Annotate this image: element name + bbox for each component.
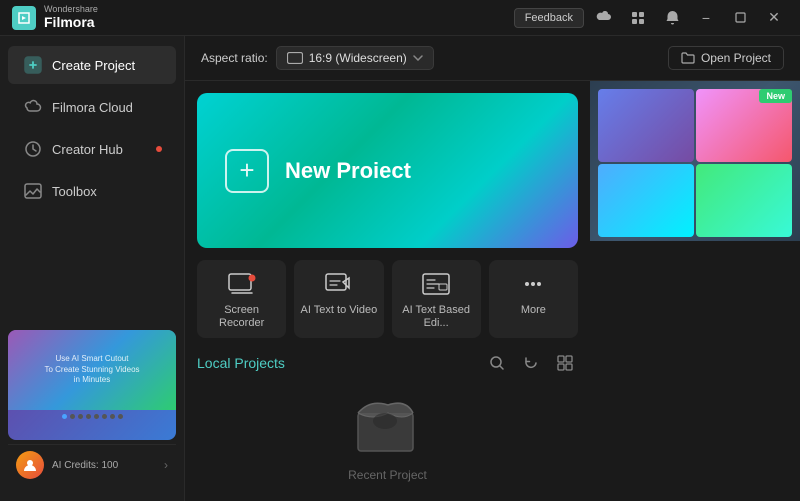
- main-layout: Create Project Filmora Cloud Creator Hub: [0, 36, 800, 501]
- promo-dot-2: [70, 414, 75, 419]
- close-button[interactable]: ✕: [760, 8, 788, 28]
- local-projects-actions: [484, 350, 578, 376]
- new-project-label: New Proiect: [285, 158, 411, 184]
- left-panel: + New Proiect Screen Recorder: [185, 81, 590, 501]
- promo-dot-1: [62, 414, 67, 419]
- grid-icon[interactable]: [624, 8, 652, 28]
- minimize-button[interactable]: −: [692, 8, 720, 28]
- quick-tools: Screen Recorder AI Text to Video: [197, 260, 578, 338]
- folder-icon: [681, 52, 695, 64]
- sidebar-item-label: Creator Hub: [52, 142, 123, 157]
- ai-text-to-video-icon: [321, 270, 357, 298]
- promo-dots: [8, 410, 176, 423]
- cloud-storage-icon: [24, 98, 42, 116]
- creator-hub-icon: [24, 140, 42, 158]
- screen-recorder-tool[interactable]: Screen Recorder: [197, 260, 286, 338]
- create-project-icon: [24, 56, 42, 74]
- chevron-right-icon: ›: [164, 458, 168, 472]
- grid-view-icon[interactable]: [552, 350, 578, 376]
- grid-cell-4: [696, 164, 792, 237]
- app-logo: Wondershare Filmora: [12, 5, 98, 30]
- sidebar-item-creator-hub[interactable]: Creator Hub: [8, 130, 176, 168]
- ai-text-based-edit-icon: [418, 270, 454, 298]
- dropdown-chevron-icon: [413, 55, 423, 61]
- user-info[interactable]: AI Credits: 100 ›: [8, 444, 176, 485]
- content-area: Aspect ratio: 16:9 (Widescreen) Open Pro…: [185, 36, 800, 501]
- search-icon[interactable]: [484, 350, 510, 376]
- open-project-button[interactable]: Open Project: [668, 46, 784, 70]
- restore-button[interactable]: [726, 8, 754, 28]
- promo-dot-4: [86, 414, 91, 419]
- sidebar-item-toolbox[interactable]: Toolbox: [8, 172, 176, 210]
- user-avatar: [16, 451, 44, 479]
- promo-dot-6: [102, 414, 107, 419]
- notification-icon[interactable]: [658, 8, 686, 28]
- empty-projects-label: Recent Project: [348, 468, 427, 482]
- cloud-icon[interactable]: [590, 8, 618, 28]
- more-label: More: [521, 304, 546, 317]
- promo-dot-5: [94, 414, 99, 419]
- grid-cell-1: [598, 89, 694, 162]
- promo-image: Use AI Smart CutoutTo Create Stunning Vi…: [8, 330, 176, 410]
- notification-dot: [156, 146, 162, 152]
- sidebar-item-label: Filmora Cloud: [52, 100, 133, 115]
- empty-box-illustration: [348, 391, 428, 456]
- promo-dot-7: [110, 414, 115, 419]
- aspect-ratio-label: Aspect ratio:: [201, 51, 268, 65]
- promo-dot-8: [118, 414, 123, 419]
- featured-image-grid: [590, 81, 800, 241]
- screen-recorder-label: Screen Recorder: [203, 304, 280, 330]
- product-name: Filmora: [44, 15, 98, 30]
- content-main: + New Proiect Screen Recorder: [185, 81, 800, 501]
- title-bar: Wondershare Filmora Feedback −: [0, 0, 800, 36]
- right-panel: New Smart Search Try quickly searching f…: [590, 81, 800, 501]
- sidebar-item-create-project[interactable]: Create Project: [8, 46, 176, 84]
- widescreen-icon: [287, 52, 303, 64]
- grid-cell-3: [598, 164, 694, 237]
- window-controls: Feedback − ✕: [514, 8, 788, 28]
- featured-card[interactable]: New Smart Search Try quickly searching f…: [590, 81, 800, 241]
- local-projects-section: Local Projects: [197, 350, 578, 489]
- toolbox-icon: [24, 182, 42, 200]
- sidebar-bottom: Use AI Smart CutoutTo Create Stunning Vi…: [0, 322, 184, 493]
- ai-text-to-video-label: AI Text to Video: [301, 304, 378, 317]
- ai-text-based-edit-label: AI Text Based Edi...: [398, 304, 475, 330]
- ai-text-based-edit-tool[interactable]: AI Text Based Edi...: [392, 260, 481, 338]
- user-credits: AI Credits: 100: [52, 460, 118, 471]
- local-projects-header: Local Projects: [197, 350, 578, 376]
- more-tool[interactable]: More: [489, 260, 578, 338]
- local-projects-title: Local Projects: [197, 355, 285, 371]
- featured-image: New: [590, 81, 800, 241]
- refresh-icon[interactable]: [518, 350, 544, 376]
- sidebar-item-label: Create Project: [52, 58, 135, 73]
- promo-card[interactable]: Use AI Smart CutoutTo Create Stunning Vi…: [8, 330, 176, 440]
- new-project-card[interactable]: + New Proiect: [197, 93, 578, 248]
- sidebar-item-filmora-cloud[interactable]: Filmora Cloud: [8, 88, 176, 126]
- filmora-logo-icon: [12, 6, 36, 30]
- more-icon: [515, 270, 551, 298]
- new-badge: New: [759, 89, 792, 103]
- aspect-ratio-selector: Aspect ratio: 16:9 (Widescreen): [201, 46, 434, 70]
- aspect-ratio-dropdown[interactable]: 16:9 (Widescreen): [276, 46, 434, 70]
- content-toolbar: Aspect ratio: 16:9 (Widescreen) Open Pro…: [185, 36, 800, 81]
- feedback-button[interactable]: Feedback: [514, 8, 584, 28]
- screen-recorder-icon: [224, 270, 260, 298]
- new-project-plus-icon: +: [225, 149, 269, 193]
- promo-dot-3: [78, 414, 83, 419]
- empty-projects: Recent Project: [197, 384, 578, 489]
- ai-text-to-video-tool[interactable]: AI Text to Video: [294, 260, 383, 338]
- sidebar: Create Project Filmora Cloud Creator Hub: [0, 36, 185, 501]
- sidebar-item-label: Toolbox: [52, 184, 97, 199]
